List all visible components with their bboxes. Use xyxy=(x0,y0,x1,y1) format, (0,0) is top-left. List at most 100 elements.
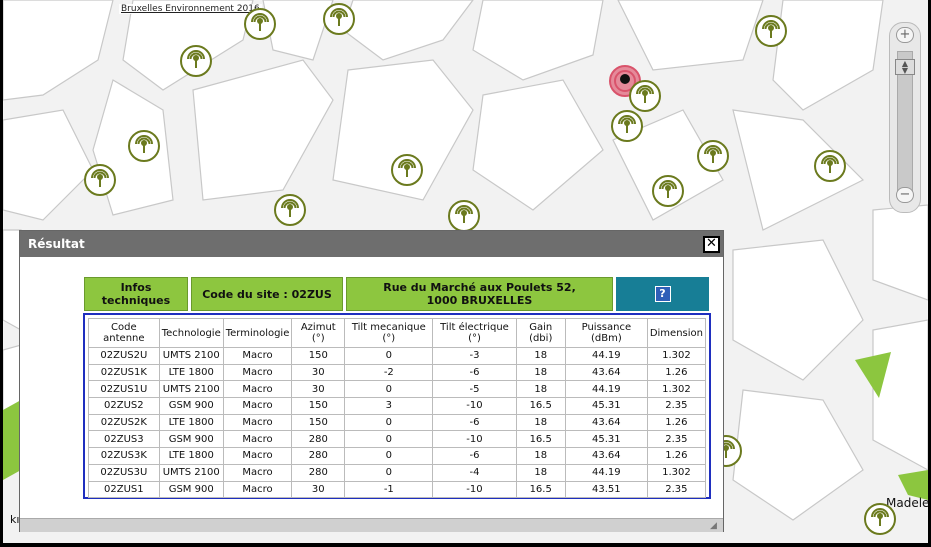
antenna-site-icon[interactable] xyxy=(754,14,788,48)
table-cell: 1.26 xyxy=(646,363,707,382)
help-button[interactable]: ? xyxy=(616,277,709,311)
map-attribution[interactable]: Bruxelles Environnement 2016 xyxy=(119,4,262,14)
antenna-site-icon[interactable] xyxy=(127,129,161,163)
col-header: Terminologie xyxy=(222,318,293,348)
antenna-site-icon[interactable] xyxy=(83,163,117,197)
table-cell: GSM 900 xyxy=(158,480,224,499)
table-cell: 43.64 xyxy=(564,447,648,465)
table-row: 02ZUS1U UMTS 2100 Macro 30 0 -5 18 44.19 1.302 xyxy=(88,380,707,399)
table-cell: UMTS 2100 xyxy=(158,380,224,399)
antenna-site-icon[interactable] xyxy=(813,149,847,183)
table-cell: UMTS 2100 xyxy=(158,463,224,482)
table-cell: 44.19 xyxy=(564,463,648,482)
zoom-in-button[interactable]: + xyxy=(896,27,914,43)
close-icon[interactable]: ✕ xyxy=(703,236,720,253)
table-cell: 44.19 xyxy=(564,347,648,365)
table-cell: 02ZUS3U xyxy=(88,463,160,482)
table-row: 02ZUS3 GSM 900 Macro 280 0 -10 16.5 45.31 2.35 xyxy=(88,430,707,449)
table-row: 02ZUS3K LTE 1800 Macro 280 0 -6 18 43.64 1.26 xyxy=(88,447,707,465)
table-cell: 02ZUS3K xyxy=(88,447,160,465)
table-cell: 18 xyxy=(515,463,566,482)
result-dialog: Résultat ✕ Infos techniques Code du site… xyxy=(19,230,724,532)
table-cell: Macro xyxy=(222,430,293,449)
antenna-site-icon[interactable] xyxy=(179,44,213,78)
table-cell: -3 xyxy=(432,347,517,365)
zoom-slider-handle[interactable]: ▲ ▼ xyxy=(895,59,915,75)
antenna-site-icon[interactable] xyxy=(322,2,356,36)
dialog-footer: ◢ xyxy=(20,518,723,532)
table-cell: LTE 1800 xyxy=(158,363,224,382)
table-cell: -10 xyxy=(432,430,517,449)
table-cell: 43.51 xyxy=(564,480,648,499)
table-cell: Macro xyxy=(222,397,293,415)
col-header: Technologie xyxy=(158,318,224,348)
table-row: 02ZUS3U UMTS 2100 Macro 280 0 -4 18 44.19 1.302 xyxy=(88,463,707,482)
antenna-site-icon[interactable] xyxy=(390,153,424,187)
table-cell: -1 xyxy=(344,480,434,499)
antenna-site-icon[interactable] xyxy=(863,502,897,536)
table-cell: 18 xyxy=(515,347,566,365)
antenna-site-icon[interactable] xyxy=(628,79,662,113)
col-header: Azimut (°) xyxy=(291,318,346,348)
site-code-label: Code du site : 02ZUS xyxy=(191,277,343,311)
table-cell: 1.26 xyxy=(646,447,707,465)
dialog-header[interactable]: Résultat xyxy=(20,231,723,257)
table-cell: 30 xyxy=(291,363,346,382)
site-address-label: Rue du Marché aux Poulets 52, 1000 BRUXE… xyxy=(346,277,613,311)
table-cell: 1.302 xyxy=(646,380,707,399)
table-cell: 02ZUS2U xyxy=(88,347,160,365)
table-cell: 0 xyxy=(344,347,434,365)
table-cell: -5 xyxy=(432,380,517,399)
antenna-site-icon[interactable] xyxy=(243,7,277,41)
table-cell: 02ZUS1 xyxy=(88,480,160,499)
table-cell: 16.5 xyxy=(515,430,566,449)
resize-grip-icon[interactable]: ◢ xyxy=(710,521,720,531)
info-tech-label: Infos techniques xyxy=(84,277,188,311)
table-cell: Macro xyxy=(222,447,293,465)
table-cell: 1.302 xyxy=(646,463,707,482)
table-cell: -6 xyxy=(432,413,517,432)
antenna-table: Code antenne Technologie Terminologie Az… xyxy=(88,318,707,499)
table-cell: LTE 1800 xyxy=(158,447,224,465)
col-header: Gain (dbi) xyxy=(515,318,566,348)
table-cell: 45.31 xyxy=(564,397,648,415)
antenna-site-icon[interactable] xyxy=(447,199,481,233)
table-row: 02ZUS2 GSM 900 Macro 150 3 -10 16.5 45.31 2.35 xyxy=(88,397,707,415)
table-cell: 0 xyxy=(344,380,434,399)
table-cell: 0 xyxy=(344,430,434,449)
table-cell: 30 xyxy=(291,480,346,499)
table-header-row: Code antenne Technologie Terminologie Az… xyxy=(88,318,707,348)
table-cell: 3 xyxy=(344,397,434,415)
zoom-out-button[interactable]: − xyxy=(896,187,914,203)
col-header: Code antenne xyxy=(88,318,160,348)
table-cell: GSM 900 xyxy=(158,397,224,415)
antenna-site-icon[interactable] xyxy=(273,193,307,227)
antenna-site-icon[interactable] xyxy=(651,174,685,208)
table-cell: -10 xyxy=(432,480,517,499)
table-cell: GSM 900 xyxy=(158,430,224,449)
antenna-site-icon[interactable] xyxy=(696,139,730,173)
table-cell: 02ZUS3 xyxy=(88,430,160,449)
table-row: 02ZUS2K LTE 1800 Macro 150 0 -6 18 43.64 1.26 xyxy=(88,413,707,432)
table-cell: 0 xyxy=(344,413,434,432)
table-cell: 280 xyxy=(291,430,346,449)
table-cell: 16.5 xyxy=(515,480,566,499)
table-cell: -6 xyxy=(432,447,517,465)
table-cell: 280 xyxy=(291,463,346,482)
table-cell: 30 xyxy=(291,380,346,399)
table-cell: 02ZUS2K xyxy=(88,413,160,432)
table-cell: Macro xyxy=(222,347,293,365)
table-cell: LTE 1800 xyxy=(158,413,224,432)
help-icon[interactable]: ? xyxy=(654,286,671,302)
table-cell: -6 xyxy=(432,363,517,382)
table-row: 02ZUS1K LTE 1800 Macro 30 -2 -6 18 43.64 1.26 xyxy=(88,363,707,382)
table-cell: 44.19 xyxy=(564,380,648,399)
zoom-control: + ▲ ▼ − xyxy=(889,22,921,213)
table-cell: 43.64 xyxy=(564,413,648,432)
table-cell: -4 xyxy=(432,463,517,482)
table-cell: 18 xyxy=(515,380,566,399)
table-cell: 2.35 xyxy=(646,430,707,449)
table-cell: 2.35 xyxy=(646,480,707,499)
table-cell: Macro xyxy=(222,413,293,432)
antenna-site-icon[interactable] xyxy=(610,109,644,143)
